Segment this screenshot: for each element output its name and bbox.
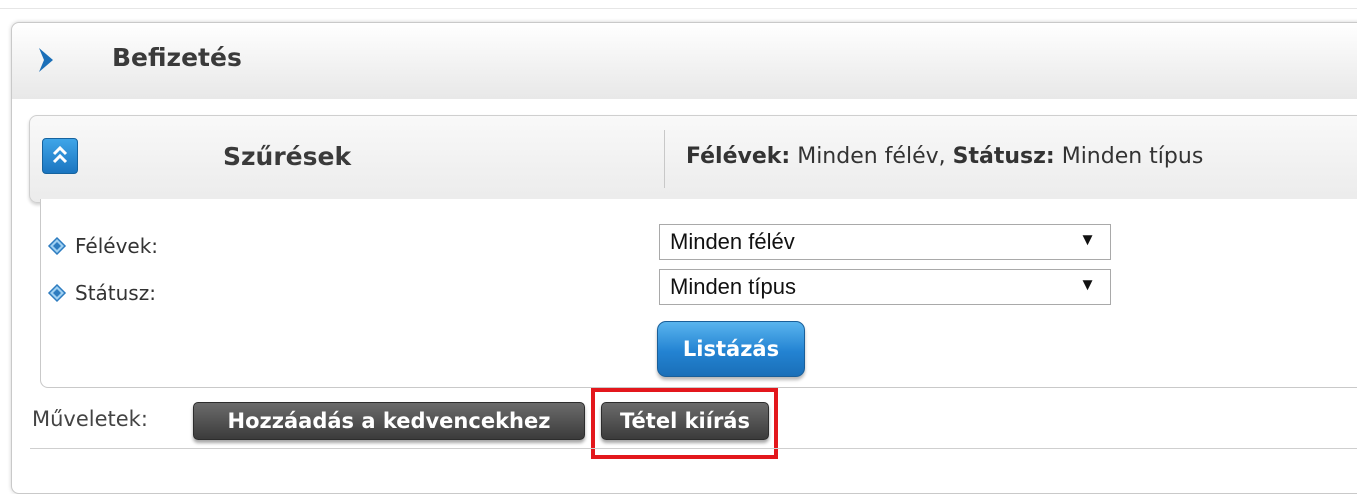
filters-title: Szűrések	[223, 142, 352, 171]
bottom-separator	[30, 448, 1357, 449]
panel-header: Befizetés	[12, 23, 1357, 99]
status-select-value: Minden típus	[670, 274, 796, 299]
diamond-bullet-icon	[47, 236, 67, 256]
summary-semester-key: Félévek:	[686, 144, 791, 169]
semester-select-value: Minden félév	[670, 229, 795, 254]
panel-title: Befizetés	[112, 43, 242, 72]
summary-status-key: Státusz:	[952, 144, 1055, 169]
filter-divider	[664, 130, 665, 188]
status-select[interactable]: Minden típus ▼	[659, 269, 1111, 305]
add-to-favorites-button[interactable]: Hozzáadás a kedvencekhez	[193, 402, 585, 440]
status-label: Státusz:	[47, 281, 156, 305]
diamond-bullet-icon	[47, 283, 67, 303]
semester-label-text: Félévek:	[75, 234, 159, 258]
semester-select[interactable]: Minden félév ▼	[659, 224, 1111, 260]
chevron-right-icon	[34, 45, 60, 75]
top-separator	[0, 8, 1357, 9]
list-button[interactable]: Listázás	[657, 321, 805, 377]
collapse-up-icon	[43, 145, 77, 177]
triangle-down-icon: ▼	[1079, 275, 1096, 294]
operations-label: Műveletek:	[32, 407, 148, 431]
semester-label: Félévek:	[47, 234, 158, 258]
filter-summary: Félévek: Minden félév, Státusz: Minden t…	[686, 144, 1203, 169]
collapse-filters-button[interactable]	[42, 138, 78, 174]
summary-semester-value: Minden félév,	[790, 144, 953, 169]
triangle-down-icon: ▼	[1079, 230, 1096, 249]
status-label-text: Státusz:	[75, 281, 156, 305]
summary-status-value: Minden típus	[1054, 144, 1204, 169]
filter-bar[interactable]: Szűrések Félévek: Minden félév, Státusz:…	[29, 115, 1357, 203]
